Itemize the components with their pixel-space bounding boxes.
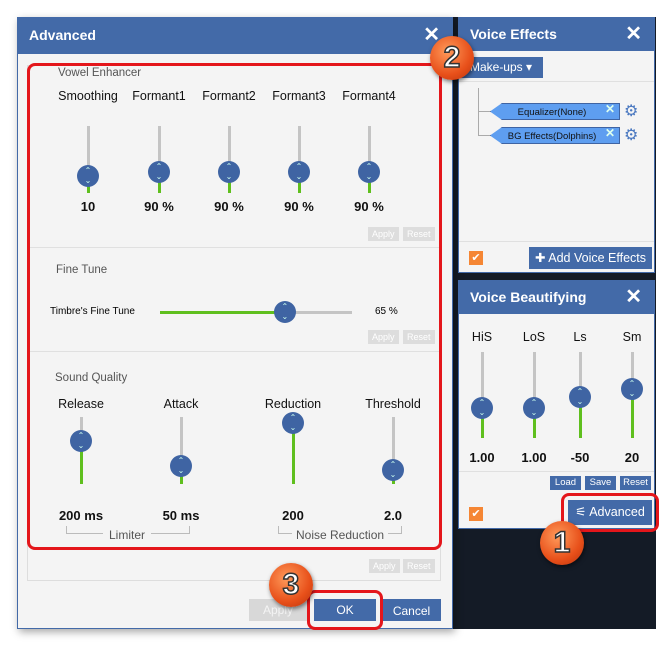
slider-label: Ls [573,330,587,344]
voice-beautifying-title-bar: Voice Beautifying ✕ [459,281,654,314]
dialog-title: Advanced [29,27,96,43]
voice-effects-title-bar: Voice Effects ✕ [459,18,654,51]
divider [459,241,654,242]
save-button[interactable]: Save [585,476,616,490]
voice-effects-title: Voice Effects [470,26,557,42]
divider [459,471,654,472]
slider-label: Sm [622,330,642,344]
enable-checkbox[interactable]: ✔ [469,251,483,265]
tree-line [478,111,492,112]
cancel-button[interactable]: Cancel [382,599,441,621]
dialog-title-bar: Advanced ✕ [18,18,452,54]
remove-icon[interactable]: ✕ [605,126,615,140]
voice-beautifying-title: Voice Beautifying [470,289,587,305]
sound-reset-button[interactable]: Reset [403,559,435,573]
add-label: Add Voice Effects [548,251,647,265]
load-button[interactable]: Load [550,476,581,490]
effect-label: Equalizer(None) [517,107,587,118]
effect-item[interactable]: Equalizer(None) [490,103,620,120]
enable-checkbox[interactable]: ✔ [469,507,483,521]
slider-thumb[interactable]: ⌃ ⌄ [523,396,545,419]
slider-thumb[interactable]: ⌃ ⌄ [621,377,643,400]
slider-value: 1.00 [469,450,495,465]
slider-label: HiS [471,330,493,344]
slider-thumb[interactable]: ⌃ ⌄ [471,396,493,419]
highlight-box [27,63,442,550]
gear-icon[interactable]: ⚙ [624,101,638,121]
step-badge: 3 [269,563,313,607]
voice-effects-panel: Voice Effects ✕ Make-ups ▾ Equalizer(None… [458,17,655,273]
add-voice-effects-button[interactable]: ✚ Add Voice Effects [529,247,652,269]
close-icon[interactable]: ✕ [625,18,642,50]
step-badge: 2 [430,36,474,80]
slider-thumb[interactable]: ⌃ ⌄ [569,385,591,408]
divider [459,81,654,82]
highlight-box [307,590,383,630]
slider-value: 1.00 [521,450,547,465]
sound-apply-button[interactable]: Apply [369,559,400,573]
plus-icon: ✚ [534,251,546,265]
slider-value: 20 [624,450,640,465]
slider-label: LoS [522,330,546,344]
remove-icon[interactable]: ✕ [605,102,615,116]
slider-value: -50 [570,450,590,465]
close-icon[interactable]: ✕ [625,281,642,313]
effect-item[interactable]: BG Effects(Dolphins) [490,127,620,144]
reset-button[interactable]: Reset [620,476,651,490]
dropdown-label: Make-ups [469,60,523,74]
gear-icon[interactable]: ⚙ [624,125,638,145]
effect-label: BG Effects(Dolphins) [507,131,597,142]
caret-down-icon: ▾ [526,60,533,74]
tree-line [478,135,492,136]
step-badge: 1 [540,521,584,565]
